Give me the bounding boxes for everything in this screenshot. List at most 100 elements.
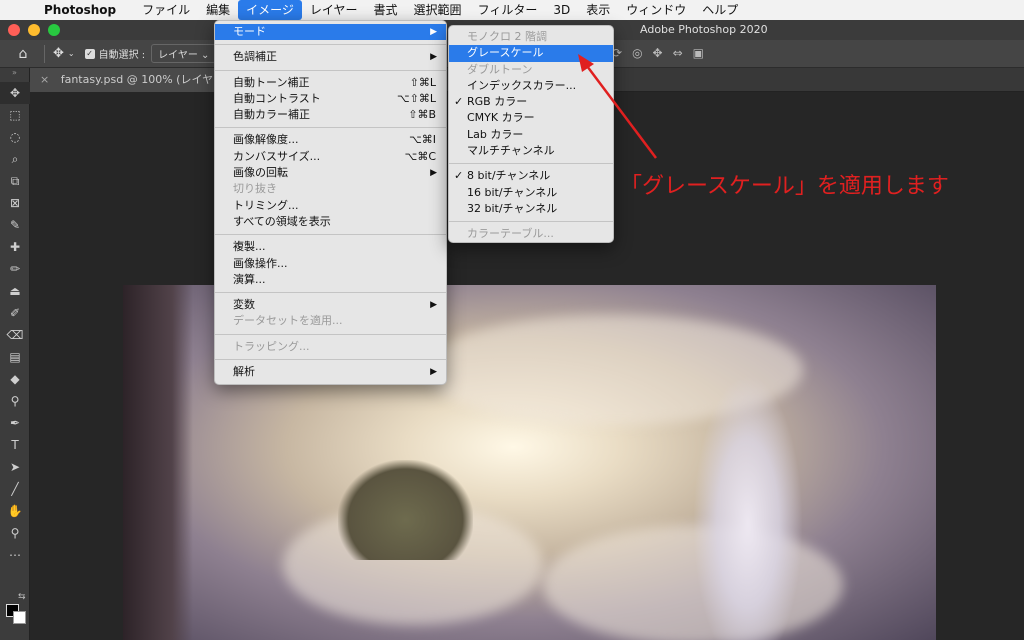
window-title: Adobe Photoshop 2020 <box>640 23 768 36</box>
menu-separator <box>215 292 446 294</box>
3d-scale-icon[interactable]: ▣ <box>693 46 704 60</box>
tool-button-icon[interactable]: ⌫ <box>0 324 30 346</box>
menu-item[interactable]: トリミング... <box>215 198 446 214</box>
menu-item-label: 色調補正 <box>233 50 277 64</box>
menu-item[interactable]: カンバスサイズ... ⌥⌘C <box>215 149 446 165</box>
menu-item[interactable]: ✓ 8 bit/チャンネル <box>449 168 613 184</box>
menu-item[interactable]: 画像の回転 ▶ <box>215 165 446 181</box>
tool-button-icon[interactable]: ✏ <box>0 258 30 280</box>
submenu-arrow-icon: ▶ <box>430 52 437 63</box>
tool-button-icon[interactable]: ⚲ <box>0 522 30 544</box>
tool-button-icon[interactable]: ⬚ <box>0 104 30 126</box>
menu-item-label: グレースケール <box>467 46 544 60</box>
menu-item-label: カンバスサイズ... <box>233 149 321 163</box>
menu-item[interactable]: すべての領域を表示 <box>215 214 446 230</box>
image-rock-left <box>123 285 193 640</box>
menu-item[interactable]: 自動コントラスト ⌥⇧⌘L <box>215 91 446 107</box>
menubar-item[interactable]: 選択範囲 <box>406 0 470 20</box>
menu-item[interactable]: ✓ RGB カラー <box>449 94 613 110</box>
tool-button-icon[interactable]: ⏏ <box>0 280 30 302</box>
menu-separator <box>215 234 446 236</box>
3d-roll-icon[interactable]: ◎ <box>632 46 642 60</box>
background-color-swatch[interactable] <box>13 611 26 624</box>
close-window-button[interactable] <box>8 24 20 36</box>
menu-item[interactable]: 色調補正 ▶ <box>215 49 446 65</box>
menu-item[interactable]: 32 bit/チャンネル <box>449 201 613 217</box>
menu-item-label: 画像操作... <box>233 256 288 270</box>
menu-item[interactable]: 解析 ▶ <box>215 364 446 380</box>
menubar-items: ファイル 編集 イメージ レイヤー 書式 選択範囲 フィルター 3D 表示 ウィンドウ ヘルプ <box>134 0 746 20</box>
menu-separator <box>215 44 446 46</box>
menu-item[interactable]: 画像操作... <box>215 256 446 272</box>
tool-button-icon[interactable]: ⊠ <box>0 192 30 214</box>
menu-item[interactable]: 16 bit/チャンネル <box>449 185 613 201</box>
3d-pan-icon[interactable]: ✥ <box>653 46 663 60</box>
menubar-item[interactable]: フィルター <box>470 0 546 20</box>
tool-button-icon[interactable]: ⧉ <box>0 170 30 192</box>
menu-item[interactable]: 演算... <box>215 272 446 288</box>
menubar-item[interactable]: イメージ <box>238 0 302 20</box>
tool-button-icon[interactable]: ✎ <box>0 214 30 236</box>
tool-button-icon[interactable]: ⋯ <box>0 544 30 566</box>
panel-collapse-icon[interactable]: » <box>0 68 29 82</box>
menu-item[interactable]: 変数 ▶ <box>215 297 446 313</box>
menu-item[interactable]: 自動トーン補正 ⇧⌘L <box>215 75 446 91</box>
tool-button-icon[interactable]: ✥ <box>0 82 30 104</box>
tool-button-icon[interactable]: ◌ <box>0 126 30 148</box>
menu-item-label: ダブルトーン <box>467 62 533 76</box>
menubar-item[interactable]: ヘルプ <box>694 0 746 20</box>
tool-button-icon[interactable]: ⚲ <box>0 390 30 412</box>
menu-item-shortcut: ⌥⌘I <box>409 133 436 147</box>
menu-item-label: カラーテーブル... <box>467 227 554 241</box>
minimize-window-button[interactable] <box>28 24 40 36</box>
tool-button-icon[interactable]: ╱ <box>0 478 30 500</box>
preset-chevron-icon[interactable]: ⌄ <box>68 49 75 58</box>
tool-button-icon[interactable]: ▤ <box>0 346 30 368</box>
3d-slide-icon[interactable]: ⇔ <box>673 46 683 60</box>
close-tab-icon[interactable]: × <box>40 73 49 86</box>
menu-item[interactable]: マルチチャンネル <box>449 143 613 159</box>
tool-button-icon[interactable]: ➤ <box>0 456 30 478</box>
menu-item: トラッピング... <box>215 339 446 355</box>
checkmark-icon: ✓ <box>454 95 464 109</box>
menu-item[interactable]: 複製... <box>215 239 446 255</box>
menu-separator <box>215 127 446 129</box>
zoom-window-button[interactable] <box>48 24 60 36</box>
move-tool-preset-icon[interactable]: ✥ <box>53 46 64 61</box>
menu-item[interactable]: 自動カラー補正 ⇧⌘B <box>215 107 446 123</box>
tool-button-icon[interactable]: ✚ <box>0 236 30 258</box>
menubar-item[interactable]: 表示 <box>578 0 618 20</box>
menu-item-shortcut: ⇧⌘B <box>408 108 436 122</box>
tool-button-icon[interactable]: ⌕ <box>0 148 30 170</box>
menubar-item[interactable]: レイヤー <box>302 0 366 20</box>
submenu-arrow-icon: ▶ <box>430 168 437 179</box>
menu-item-label: CMYK カラー <box>467 111 535 125</box>
menubar-item[interactable]: 書式 <box>366 0 406 20</box>
menu-item[interactable]: インデックスカラー... <box>449 78 613 94</box>
menu-item[interactable]: Lab カラー <box>449 127 613 143</box>
tool-button-icon[interactable]: ✋ <box>0 500 30 522</box>
mac-menubar: Photoshop ファイル 編集 イメージ レイヤー 書式 選択範囲 フィルター 3D 表示ウ… <box>0 0 1024 20</box>
menu-item[interactable]: グレースケール <box>449 45 613 62</box>
swap-colors-icon[interactable]: ⇆ <box>18 592 26 602</box>
tool-button-icon[interactable]: ✒ <box>0 412 30 434</box>
menubar-item[interactable]: 3D <box>545 0 578 20</box>
app-menu-photoshop[interactable]: Photoshop <box>36 0 124 20</box>
image-menu-dropdown: モード ▶ 色調補正 ▶ 自動トーン補正 ⇧⌘L 自動コントラスト ⌥⇧⌘L 自動カラー補正 ⇧⌘… <box>214 20 447 385</box>
color-swatches: ⇆ <box>4 592 30 626</box>
tools-panel: » ✥ ⬚ ◌ ⌕ ⧉ ⊠ ✎ ✚ ✏ ⏏ ✐ ⌫ ▤ ◆ ⚲ ✒ T ➤ ╱ ✋ ⚲ ⋯ ⇆ <box>0 68 30 640</box>
auto-select-checkbox[interactable]: ✓ <box>84 48 95 59</box>
menubar-item[interactable]: ウィンドウ <box>618 0 694 20</box>
auto-select-target-dropdown[interactable]: レイヤー ⌄ <box>151 44 217 63</box>
menu-item-label: 8 bit/チャンネル <box>467 169 551 183</box>
menubar-item[interactable]: 編集 <box>198 0 238 20</box>
tool-button-icon[interactable]: T <box>0 434 30 456</box>
tool-button-icon[interactable]: ✐ <box>0 302 30 324</box>
menu-item[interactable]: モード ▶ <box>215 24 446 41</box>
menubar-item[interactable]: ファイル <box>134 0 198 20</box>
menu-item[interactable]: 画像解像度... ⌥⌘I <box>215 132 446 148</box>
menu-item[interactable]: CMYK カラー <box>449 110 613 126</box>
home-icon[interactable]: ⌂ <box>10 46 36 62</box>
tool-button-icon[interactable]: ◆ <box>0 368 30 390</box>
menu-item-label: マルチチャンネル <box>467 144 555 158</box>
